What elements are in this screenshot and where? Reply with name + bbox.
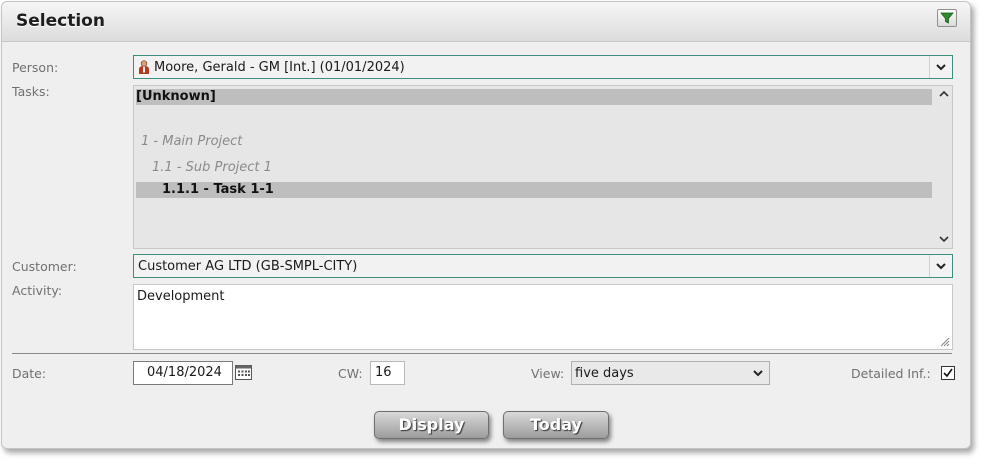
person-label: Person: [12, 60, 59, 75]
task-label: 1.1 - Sub Project 1 [152, 160, 272, 175]
task-label: 1 - Main Project [141, 134, 243, 149]
activity-label: Activity: [12, 283, 63, 298]
view-select[interactable]: five days [571, 361, 770, 385]
person-select[interactable]: Moore, Gerald - GM [Int.] (01/01/2024) [133, 55, 953, 79]
detailed-info-label: Detailed Inf.: [851, 366, 931, 381]
customer-select[interactable]: Customer AG LTD (GB-SMPL-CITY) [133, 254, 953, 278]
activity-value: Development [137, 289, 225, 304]
task-item-sub-project[interactable]: 1.1 - Sub Project 1 [136, 160, 948, 176]
today-button[interactable]: Today [503, 411, 609, 439]
person-icon [138, 60, 150, 74]
chevron-down-icon[interactable] [929, 255, 952, 277]
view-value: five days [575, 365, 634, 381]
tasks-scrollbar[interactable] [936, 86, 952, 248]
chevron-up-icon[interactable] [939, 90, 949, 97]
panel-title: Selection [16, 11, 105, 31]
date-input[interactable]: 04/18/2024 [133, 361, 233, 385]
tasks-list[interactable]: [Unknown] 1 - Main Project 1.1 - Sub Pro… [133, 85, 953, 249]
chevron-down-icon[interactable] [747, 362, 769, 384]
task-label: 1.1.1 - Task 1-1 [162, 182, 274, 197]
view-label: View: [531, 366, 565, 381]
task-item-task-1-1[interactable]: 1.1.1 - Task 1-1 [136, 182, 932, 198]
cw-label: CW: [338, 366, 363, 381]
date-label: Date: [12, 366, 47, 381]
task-item-main-project[interactable]: 1 - Main Project [136, 134, 937, 150]
checkmark-icon [943, 368, 953, 378]
detailed-info-checkbox[interactable] [941, 366, 955, 380]
display-button[interactable]: Display [374, 411, 489, 439]
filter-button[interactable] [937, 9, 957, 27]
chevron-down-icon[interactable] [929, 56, 952, 78]
section-divider [12, 353, 952, 354]
person-value: Moore, Gerald - GM [Int.] (01/01/2024) [154, 59, 405, 75]
funnel-icon [940, 12, 954, 24]
task-label: [Unknown] [136, 89, 216, 104]
resize-handle-icon[interactable] [940, 337, 950, 347]
panel-header: Selection [2, 2, 970, 42]
tasks-label: Tasks: [12, 84, 50, 99]
customer-label: Customer: [12, 259, 77, 274]
activity-textarea[interactable]: Development [133, 284, 953, 350]
cw-input[interactable]: 16 [370, 361, 405, 385]
task-item-unknown[interactable]: [Unknown] [136, 89, 932, 105]
customer-value: Customer AG LTD (GB-SMPL-CITY) [138, 258, 358, 274]
calendar-icon[interactable] [235, 364, 252, 380]
chevron-down-icon[interactable] [939, 236, 949, 243]
